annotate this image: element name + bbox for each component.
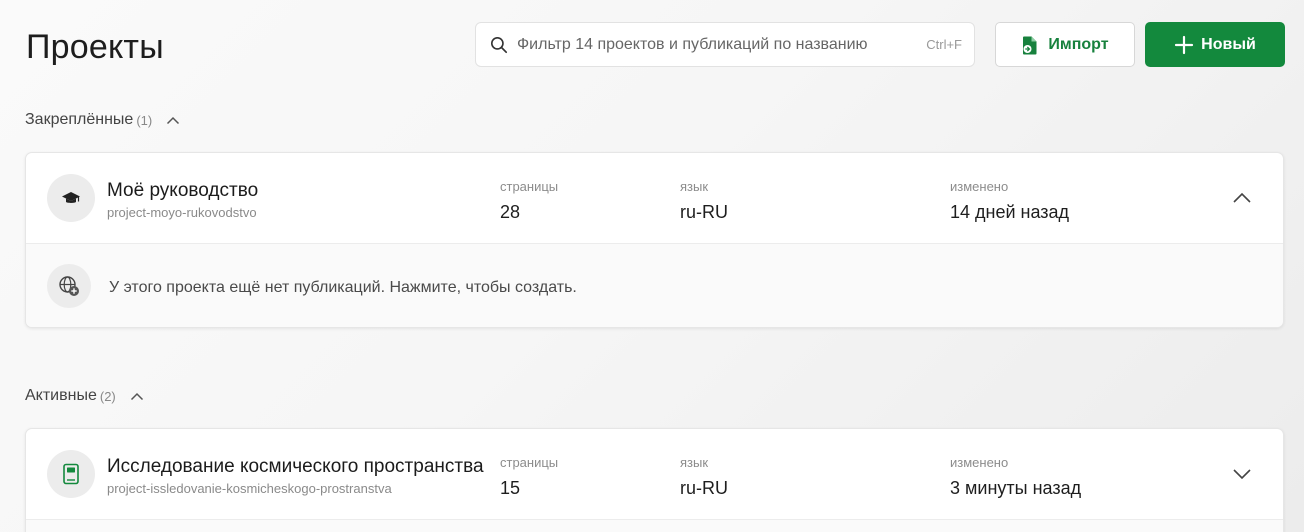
section-pinned-header: Закреплённые (1) <box>25 111 180 129</box>
project-slug: project-issledovanie-kosmicheskogo-prost… <box>107 481 392 496</box>
project-card[interactable]: Исследование космического пространства p… <box>25 428 1284 532</box>
collapse-pinned-button[interactable] <box>166 116 180 125</box>
project-slug: project-moyo-rukovodstvo <box>107 205 257 220</box>
plus-icon <box>1175 35 1194 54</box>
language-value: ru-RU <box>680 478 728 498</box>
project-avatar <box>47 450 95 498</box>
expand-project-button[interactable] <box>1227 462 1257 486</box>
create-publication-link[interactable]: У этого проекта ещё нет публикаций. Нажм… <box>109 279 577 297</box>
language-label: язык <box>680 455 709 470</box>
import-button[interactable]: Импорт <box>995 22 1135 67</box>
page-title: Проекты <box>26 28 164 66</box>
new-project-button[interactable]: Новый <box>1145 22 1285 67</box>
section-active-count: (2) <box>99 388 116 404</box>
project-avatar <box>47 174 95 222</box>
globe-add-icon <box>59 276 79 296</box>
language-label: язык <box>680 179 709 194</box>
project-card-main[interactable]: Моё руководство project-moyo-rukovodstvo… <box>26 153 1283 243</box>
pages-label: страницы <box>500 455 559 470</box>
collapse-active-button[interactable] <box>130 392 144 401</box>
new-project-button-label: Новый <box>1201 35 1256 53</box>
book-icon <box>63 463 79 485</box>
chevron-up-icon <box>130 392 143 400</box>
project-name[interactable]: Исследование космического пространства <box>107 456 497 478</box>
card-divider <box>26 519 1283 532</box>
publication-avatar <box>47 264 91 308</box>
pages-count: 15 <box>500 478 521 498</box>
project-name[interactable]: Моё руководство <box>107 180 497 202</box>
language-value: ru-RU <box>680 202 728 222</box>
chevron-up-icon <box>167 116 180 124</box>
section-pinned-count: (1) <box>136 112 153 128</box>
section-active-header: Активные (2) <box>25 387 144 405</box>
project-card-main[interactable]: Исследование космического пространства p… <box>26 429 1283 519</box>
modified-value: 3 минуты назад <box>950 478 1082 498</box>
section-active-title: Активные <box>25 387 97 404</box>
search-input[interactable] <box>517 35 921 54</box>
search-icon <box>490 36 508 53</box>
section-pinned-title: Закреплённые <box>25 111 134 128</box>
search-box[interactable]: Ctrl+F <box>475 22 975 67</box>
modified-value: 14 дней назад <box>950 202 1070 222</box>
modified-label: изменено <box>950 179 1009 194</box>
publications-empty-row[interactable]: У этого проекта ещё нет публикаций. Нажм… <box>26 243 1283 327</box>
import-file-icon <box>1023 36 1037 54</box>
import-button-label: Импорт <box>1048 35 1109 53</box>
pages-count: 28 <box>500 202 521 222</box>
collapse-project-button[interactable] <box>1227 186 1257 210</box>
chevron-down-icon <box>1233 469 1251 480</box>
search-shortcut-hint: Ctrl+F <box>926 37 962 52</box>
modified-label: изменено <box>950 455 1009 470</box>
chevron-up-icon <box>1233 192 1251 203</box>
project-card[interactable]: Моё руководство project-moyo-rukovodstvo… <box>25 152 1284 328</box>
pages-label: страницы <box>500 179 559 194</box>
graduation-cap-icon <box>62 192 80 203</box>
